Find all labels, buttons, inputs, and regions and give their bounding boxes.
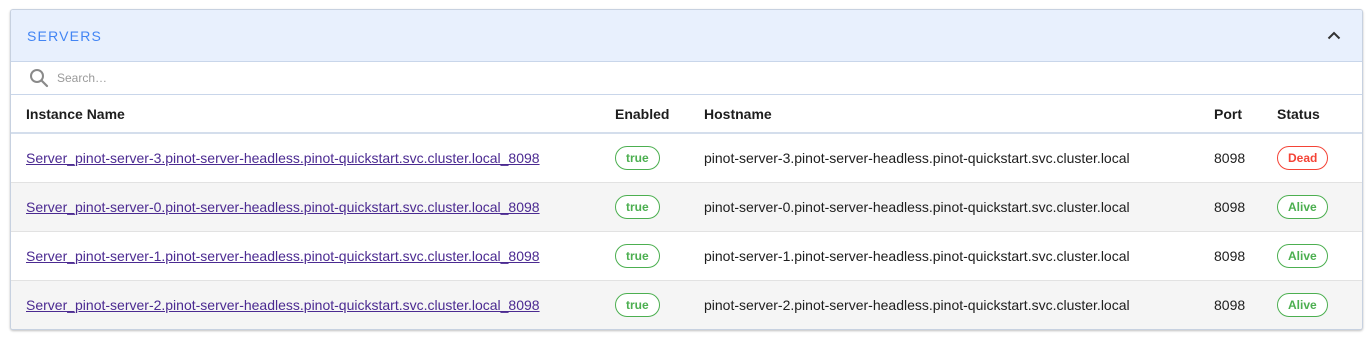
enabled-badge: true	[615, 243, 660, 268]
search-icon	[29, 68, 49, 88]
search-bar	[11, 62, 1362, 95]
panel-title: SERVERS	[27, 27, 103, 44]
column-header-instance-name[interactable]: Instance Name	[11, 95, 615, 134]
column-header-status[interactable]: Status	[1277, 95, 1362, 134]
column-header-hostname[interactable]: Hostname	[704, 95, 1214, 134]
panel-header[interactable]: SERVERS	[11, 10, 1362, 62]
servers-table: Instance Name Enabled Hostname Port Stat…	[11, 95, 1362, 329]
instance-name-link[interactable]: Server_pinot-server-1.pinot-server-headl…	[26, 248, 540, 264]
column-header-port[interactable]: Port	[1214, 95, 1277, 134]
instance-name-link[interactable]: Server_pinot-server-2.pinot-server-headl…	[26, 297, 540, 313]
hostname-cell: pinot-server-1.pinot-server-headless.pin…	[704, 247, 1130, 264]
status-badge: Alive	[1277, 292, 1328, 317]
status-badge: Dead	[1277, 145, 1329, 170]
status-badge: Alive	[1277, 243, 1328, 268]
table-row: Server_pinot-server-2.pinot-server-headl…	[11, 280, 1362, 329]
status-badge: Alive	[1277, 194, 1328, 219]
chevron-up-icon[interactable]	[1322, 24, 1346, 48]
instance-name-link[interactable]: Server_pinot-server-0.pinot-server-headl…	[26, 199, 540, 215]
table-header-row: Instance Name Enabled Hostname Port Stat…	[11, 95, 1362, 134]
table-row: Server_pinot-server-3.pinot-server-headl…	[11, 133, 1362, 183]
hostname-cell: pinot-server-3.pinot-server-headless.pin…	[704, 149, 1130, 166]
table-row: Server_pinot-server-0.pinot-server-headl…	[11, 182, 1362, 232]
enabled-badge: true	[615, 145, 660, 170]
enabled-badge: true	[615, 194, 660, 219]
enabled-badge: true	[615, 292, 660, 317]
search-input[interactable]	[57, 71, 457, 85]
port-cell: 8098	[1214, 149, 1246, 166]
column-header-enabled[interactable]: Enabled	[615, 95, 704, 134]
instance-name-link[interactable]: Server_pinot-server-3.pinot-server-headl…	[26, 150, 540, 166]
port-cell: 8098	[1214, 198, 1246, 215]
hostname-cell: pinot-server-2.pinot-server-headless.pin…	[704, 296, 1130, 313]
hostname-cell: pinot-server-0.pinot-server-headless.pin…	[704, 198, 1130, 215]
table-row: Server_pinot-server-1.pinot-server-headl…	[11, 231, 1362, 281]
servers-panel: SERVERS Instance Name Enabled Hostname P…	[10, 9, 1363, 330]
port-cell: 8098	[1214, 296, 1246, 313]
port-cell: 8098	[1214, 247, 1246, 264]
